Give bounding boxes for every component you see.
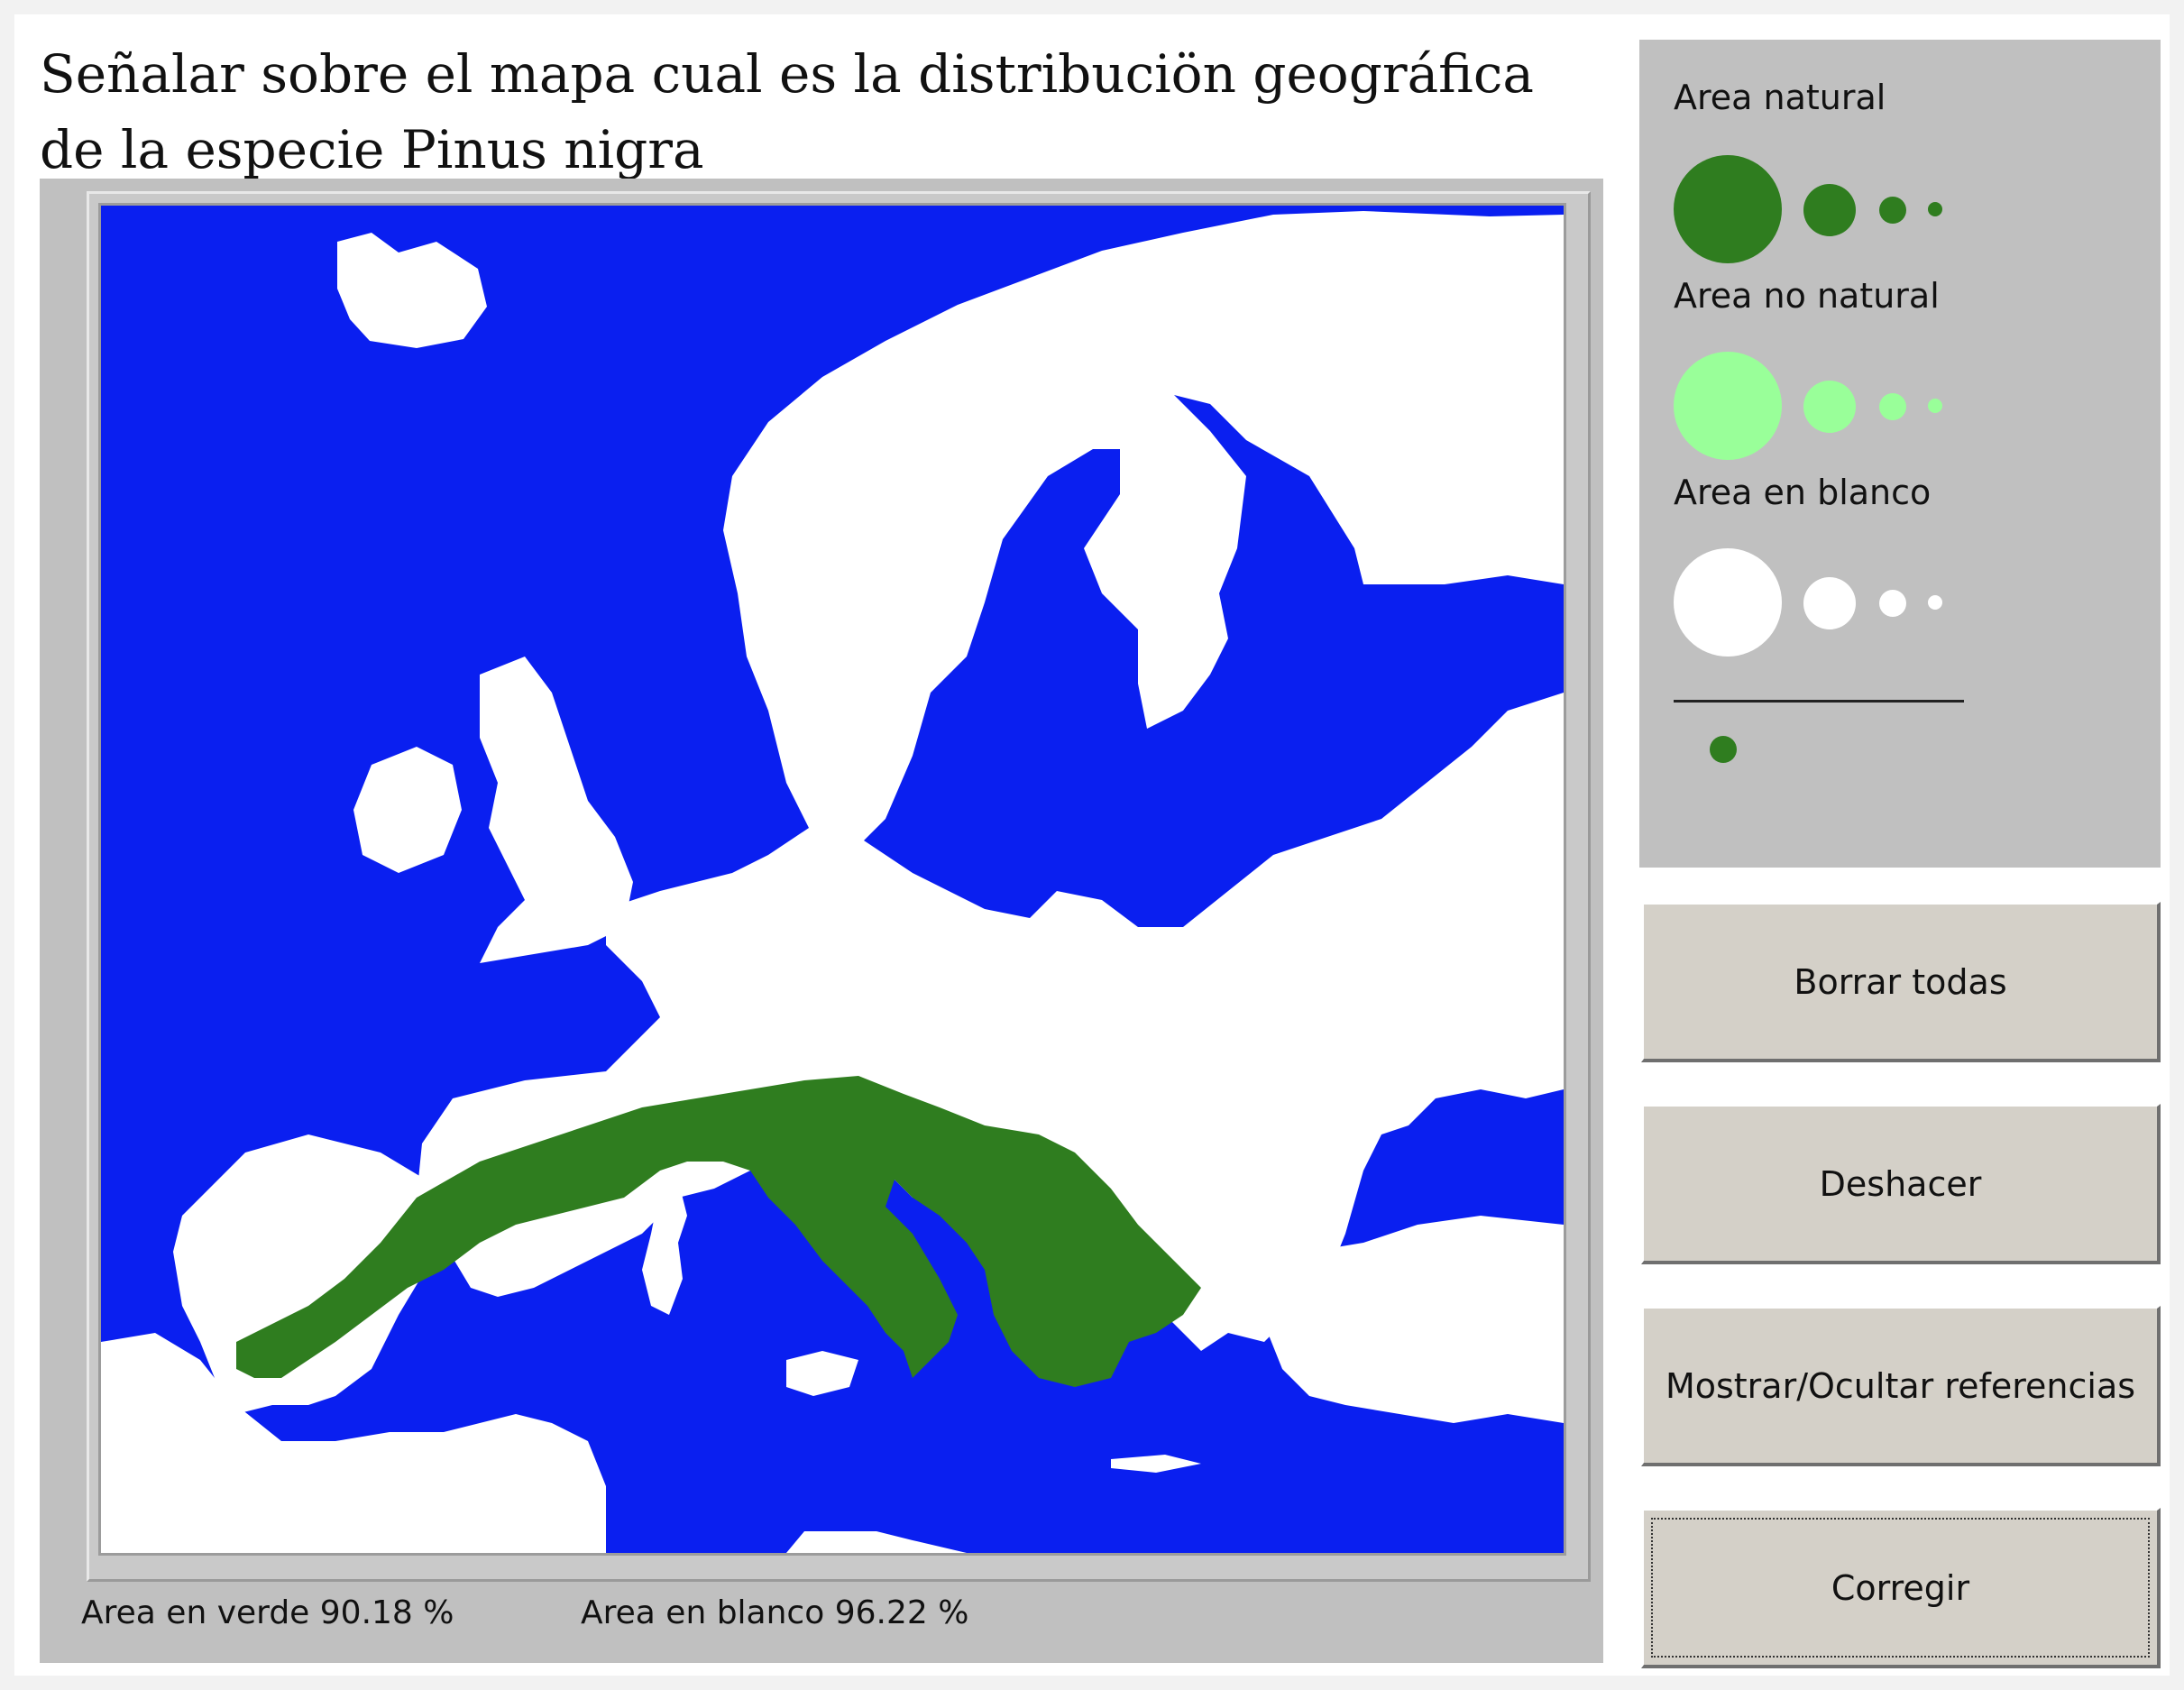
borrar-todas-button[interactable]: Borrar todas — [1641, 902, 2161, 1062]
map-panel: Area en verde 90.18 % Area en blanco 96.… — [40, 179, 1603, 1663]
brush-blanco-medium[interactable] — [1803, 577, 1856, 629]
mostrar-ocultar-label: Mostrar/Ocultar referencias — [1665, 1365, 2136, 1406]
europe-map[interactable] — [98, 203, 1566, 1556]
page-title: Señalar sobre el mapa cual es la distrib… — [40, 36, 1609, 188]
deshacer-label: Deshacer — [1819, 1163, 1982, 1204]
europe-map-canvas[interactable] — [101, 206, 1564, 1553]
legend-panel: Area natural Area no natural Area en bla… — [1639, 40, 2161, 868]
borrar-todas-label: Borrar todas — [1794, 961, 2007, 1002]
legend-no-natural-label: Area no natural — [1674, 276, 1940, 316]
legend-divider — [1674, 700, 1964, 703]
title-line-2: de la especie Pinus nigra — [40, 119, 704, 180]
legend-blanco-label: Area en blanco — [1674, 473, 1932, 512]
brush-blanco-large[interactable] — [1674, 548, 1782, 657]
stat-area-verde: Area en verde 90.18 % — [81, 1594, 454, 1631]
brush-natural-medium[interactable] — [1803, 184, 1856, 236]
brush-no-natural-large[interactable] — [1674, 352, 1782, 460]
corregir-button[interactable]: Corregir — [1641, 1508, 2161, 1668]
brush-no-natural-tiny[interactable] — [1928, 399, 1942, 413]
title-line-1: Señalar sobre el mapa cual es la distrib… — [40, 43, 1534, 105]
brush-blanco-small[interactable] — [1879, 590, 1906, 617]
selected-brush-indicator — [1710, 736, 1737, 763]
brush-natural-tiny[interactable] — [1928, 202, 1942, 216]
legend-natural-label: Area natural — [1674, 78, 1886, 117]
deshacer-button[interactable]: Deshacer — [1641, 1104, 2161, 1264]
mostrar-ocultar-referencias-button[interactable]: Mostrar/Ocultar referencias — [1641, 1306, 2161, 1466]
stat-area-blanco: Area en blanco 96.22 % — [581, 1594, 969, 1631]
map-frame — [87, 191, 1591, 1582]
brush-no-natural-small[interactable] — [1879, 393, 1906, 420]
brush-natural-large[interactable] — [1674, 155, 1782, 263]
brush-natural-small[interactable] — [1879, 197, 1906, 224]
brush-blanco-tiny[interactable] — [1928, 595, 1942, 610]
focus-ring — [1651, 1518, 2150, 1658]
brush-no-natural-medium[interactable] — [1803, 381, 1856, 433]
